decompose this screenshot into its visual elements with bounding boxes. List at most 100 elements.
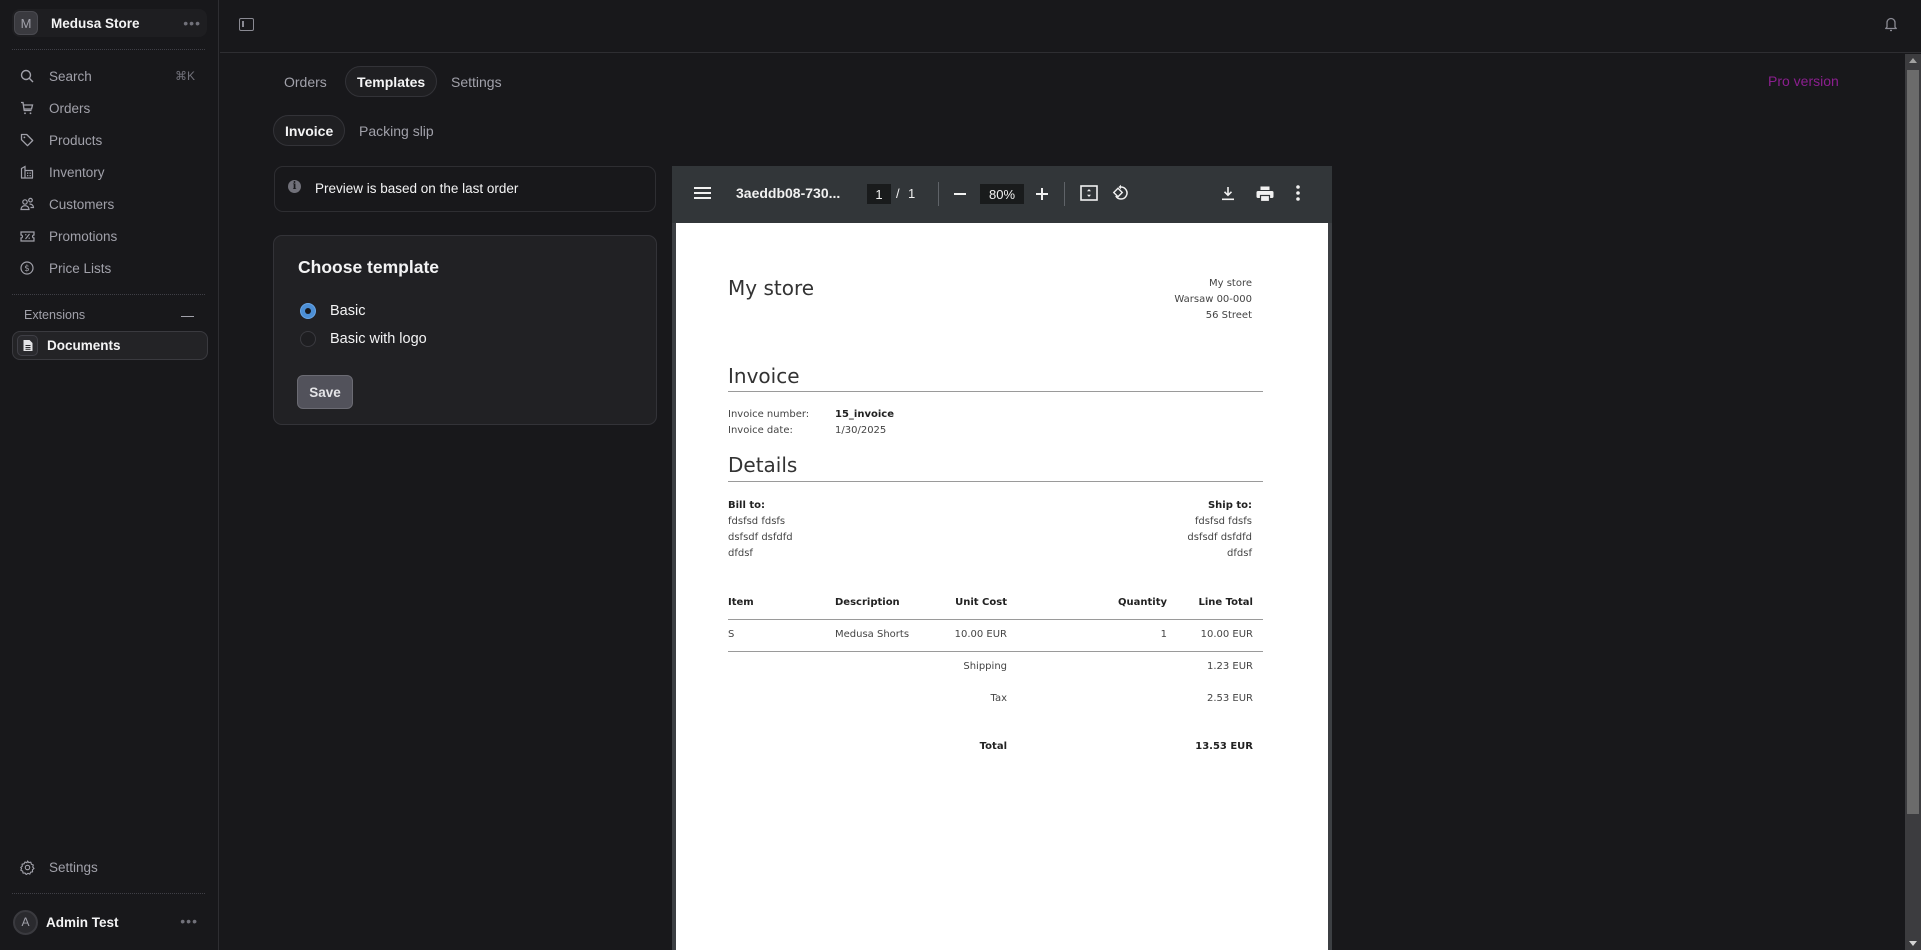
shipping-row: Shipping 1.23 EUR bbox=[728, 652, 1263, 684]
sidebar-item-inventory[interactable]: Inventory bbox=[12, 159, 207, 185]
invoice-date-value: 1/30/2025 bbox=[835, 425, 887, 436]
zoom-in-icon[interactable] bbox=[1036, 188, 1048, 200]
sidebar-item-orders[interactable]: Orders bbox=[12, 95, 207, 121]
gear-icon bbox=[19, 859, 35, 875]
sidebar-item-promotions[interactable]: Promotions bbox=[12, 223, 207, 249]
store-avatar: M bbox=[14, 11, 38, 35]
page-number-input[interactable]: 1 bbox=[867, 184, 891, 204]
store-address-line: My store bbox=[1208, 278, 1252, 289]
store-address-line: 56 Street bbox=[1205, 310, 1252, 321]
subtab-invoice[interactable]: Invoice bbox=[273, 115, 346, 146]
shipping-label: Shipping bbox=[963, 661, 1007, 672]
sidebar-item-customers[interactable]: Customers bbox=[12, 191, 207, 217]
cell-item: S bbox=[728, 629, 735, 640]
column-header-description: Description bbox=[835, 597, 900, 608]
details-heading: Details bbox=[728, 453, 798, 477]
currency-dollar-icon: $ bbox=[19, 260, 35, 276]
preview-info-alert: i Preview is based on the last order bbox=[274, 166, 656, 212]
collapse-extensions-icon[interactable] bbox=[181, 316, 194, 317]
sidebar-item-label: Products bbox=[49, 132, 103, 148]
template-option-basic[interactable]: Basic bbox=[300, 303, 365, 319]
choose-template-card: Choose template Basic Basic with logo Sa… bbox=[273, 235, 657, 425]
tax-value: 2.53 EUR bbox=[1206, 693, 1253, 704]
sidebar-divider bbox=[12, 49, 205, 50]
pdf-viewer: 3aeddb08-730... 1 / 1 80% My store My st… bbox=[672, 166, 1332, 950]
invoice-meta: Invoice number: 15_invoice Invoice date: 1… bbox=[728, 407, 894, 439]
print-icon[interactable] bbox=[1256, 186, 1274, 202]
zoom-out-icon[interactable] bbox=[954, 193, 966, 195]
scroll-up-arrow-icon[interactable] bbox=[1909, 58, 1917, 63]
card-title: Choose template bbox=[298, 257, 439, 277]
sidebar-item-label: Settings bbox=[49, 859, 98, 875]
cell-quantity: 1 bbox=[1160, 629, 1167, 640]
topbar bbox=[220, 0, 1921, 53]
ship-to-line: dfdsf bbox=[1227, 548, 1252, 559]
bill-to-line: dsfsdf dsfdfd bbox=[728, 532, 793, 543]
tab-settings[interactable]: Settings bbox=[440, 66, 513, 97]
zoom-input[interactable]: 80% bbox=[980, 184, 1024, 204]
store-menu-icon[interactable]: ••• bbox=[183, 15, 201, 31]
tax-label: Tax bbox=[990, 693, 1008, 704]
info-icon: i bbox=[288, 180, 301, 193]
cell-unit-cost: 10.00 EUR bbox=[954, 629, 1007, 640]
pro-version-link[interactable]: Pro version bbox=[1768, 73, 1839, 89]
radio-basic-with-logo[interactable] bbox=[300, 331, 316, 347]
sidebar-item-price-lists[interactable]: $ Price Lists bbox=[12, 255, 207, 281]
search-shortcut: ⌘K bbox=[174, 69, 195, 83]
tax-row: Tax 2.53 EUR bbox=[728, 684, 1263, 716]
column-header-item: Item bbox=[728, 597, 754, 608]
scrollbar-thumb[interactable] bbox=[1907, 70, 1919, 814]
info-text: Preview is based on the last order bbox=[315, 181, 519, 196]
avatar: A bbox=[13, 909, 38, 935]
radio-label: Basic bbox=[330, 303, 366, 319]
tab-orders[interactable]: Orders bbox=[273, 66, 338, 97]
bell-icon[interactable] bbox=[1884, 16, 1898, 37]
sidebar-toggle-icon[interactable] bbox=[239, 18, 254, 31]
sidebar-item-label: Search bbox=[49, 68, 92, 84]
bill-to-block: Bill to: fdsfsd fdsfs dsfsdf dsfdfd dfds… bbox=[728, 498, 793, 562]
user-menu[interactable]: A Admin Test ••• bbox=[13, 909, 208, 935]
scroll-down-arrow-icon[interactable] bbox=[1909, 941, 1917, 946]
sidebar: M Medusa Store ••• Search ⌘K Orders Prod… bbox=[0, 0, 219, 950]
ship-to-label: Ship to: bbox=[1207, 500, 1252, 511]
radio-label: Basic with logo bbox=[330, 331, 427, 347]
menu-icon[interactable] bbox=[694, 186, 711, 200]
total-value: 13.53 EUR bbox=[1195, 741, 1253, 752]
store-address-line: Warsaw 00-000 bbox=[1174, 294, 1252, 305]
rotate-icon[interactable] bbox=[1112, 184, 1130, 202]
subtab-packing-slip[interactable]: Packing slip bbox=[348, 115, 445, 146]
tab-templates[interactable]: Templates bbox=[345, 66, 438, 97]
pdf-page: My store My store Warsaw 00-000 56 Stree… bbox=[676, 223, 1328, 950]
table-header-row: Item Description Unit Cost Quantity Line… bbox=[728, 588, 1263, 620]
pdf-toolbar: 3aeddb08-730... 1 / 1 80% bbox=[672, 166, 1332, 223]
sidebar-item-search[interactable]: Search ⌘K bbox=[12, 63, 207, 89]
save-button[interactable]: Save bbox=[297, 375, 353, 409]
line-items-table: Item Description Unit Cost Quantity Line… bbox=[728, 588, 1263, 764]
sidebar-item-label: Price Lists bbox=[49, 260, 112, 276]
store-switcher[interactable]: M Medusa Store ••• bbox=[12, 9, 207, 37]
fit-page-icon[interactable] bbox=[1080, 185, 1098, 201]
ship-to-block: Ship to: fdsfsd fdsfs dsfsdf dsfdfd dfds… bbox=[1187, 498, 1252, 562]
receipt-percent-icon bbox=[19, 228, 35, 244]
extensions-section-label: Extensions bbox=[24, 308, 86, 322]
sidebar-divider bbox=[12, 294, 205, 295]
cart-icon bbox=[19, 100, 35, 116]
template-option-basic-with-logo[interactable]: Basic with logo bbox=[300, 331, 427, 347]
download-icon[interactable] bbox=[1221, 186, 1235, 201]
more-options-icon[interactable] bbox=[1296, 185, 1300, 201]
table-row: S Medusa Shorts 10.00 EUR 1 10.00 EUR bbox=[728, 620, 1263, 652]
radio-basic[interactable] bbox=[300, 303, 316, 319]
building-icon bbox=[19, 164, 35, 180]
column-header-line-total: Line Total bbox=[1198, 597, 1253, 608]
sidebar-item-settings[interactable]: Settings bbox=[12, 854, 207, 880]
users-icon bbox=[19, 196, 35, 212]
sidebar-item-products[interactable]: Products bbox=[12, 127, 207, 153]
cell-line-total: 10.00 EUR bbox=[1200, 629, 1253, 640]
cell-description: Medusa Shorts bbox=[835, 629, 910, 640]
invoice-store-title: My store bbox=[728, 276, 815, 300]
sidebar-item-documents[interactable]: Documents bbox=[12, 331, 208, 360]
bill-to-label: Bill to: bbox=[728, 500, 766, 511]
user-menu-icon[interactable]: ••• bbox=[180, 913, 198, 929]
page-scrollbar[interactable] bbox=[1905, 54, 1921, 950]
user-name: Admin Test bbox=[46, 914, 119, 930]
